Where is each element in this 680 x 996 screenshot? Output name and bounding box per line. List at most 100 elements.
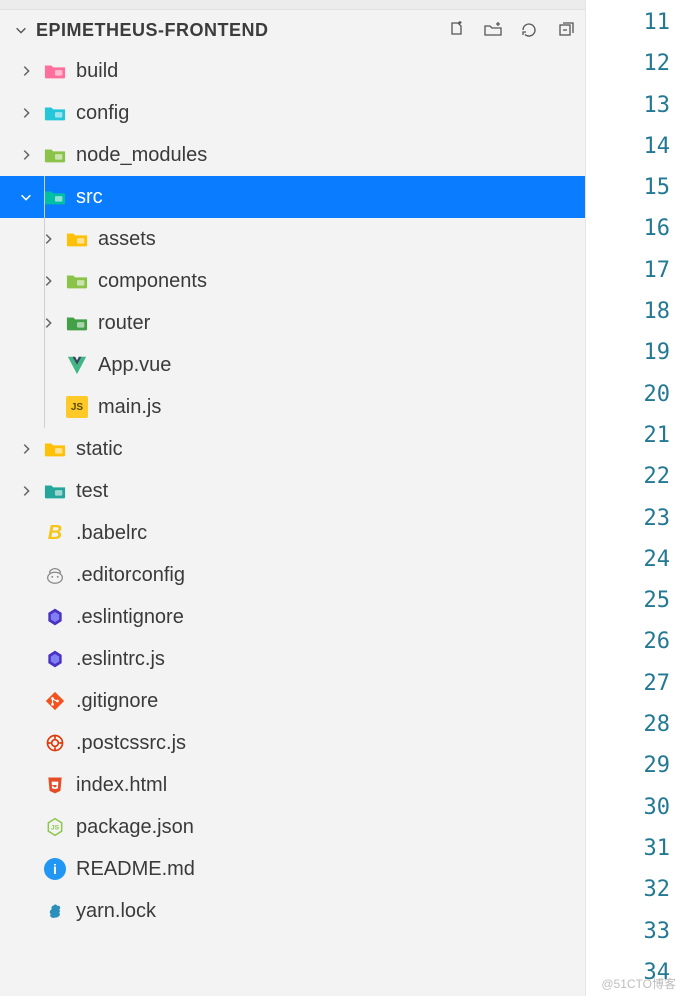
file-explorer: EPIMETHEUS-FRONTEND build config node_modu… (0, 0, 586, 996)
tree-item-label: App.vue (98, 354, 171, 377)
line-number: 24 (586, 539, 670, 580)
tree-item-config[interactable]: config (0, 92, 585, 134)
tree-item-label: src (76, 186, 103, 209)
tree-item-label: node_modules (76, 144, 207, 167)
tree-item-yarn-lock[interactable]: yarn.lock (0, 890, 585, 932)
line-number: 27 (586, 663, 670, 704)
html-icon (44, 774, 66, 796)
tree-item--editorconfig[interactable]: .editorconfig (0, 554, 585, 596)
chevron-right-icon (18, 147, 34, 163)
folder-comp (66, 270, 88, 292)
chevron-right-icon (18, 441, 34, 457)
line-number: 11 (586, 2, 670, 43)
chevron-right-icon (40, 315, 56, 331)
collapse-all-button[interactable] (555, 20, 575, 40)
tree-item-readme-md[interactable]: iREADME.md (0, 848, 585, 890)
tree-item-label: .babelrc (76, 522, 147, 545)
postcss-icon (44, 732, 66, 754)
chevron-right-icon (18, 105, 34, 121)
line-number: 18 (586, 291, 670, 332)
line-number: 28 (586, 704, 670, 745)
tree-item-label: .eslintrc.js (76, 648, 165, 671)
explorer-actions (447, 20, 575, 40)
eslint-icon (44, 648, 66, 670)
tree-item-app-vue[interactable]: App.vue (0, 344, 585, 386)
watermark: @51CTO博客 (601, 975, 676, 992)
svg-text:JS: JS (51, 825, 60, 832)
new-folder-button[interactable] (483, 20, 503, 40)
tree-item-label: index.html (76, 774, 167, 797)
line-number: 26 (586, 621, 670, 662)
line-number: 31 (586, 828, 670, 869)
yarn-icon (44, 900, 66, 922)
editor-line-gutter: 1112131415161718192021222324252627282930… (586, 0, 680, 996)
tree-item-package-json[interactable]: JS package.json (0, 806, 585, 848)
folder-static (44, 438, 66, 460)
line-number: 29 (586, 745, 670, 786)
refresh-button[interactable] (519, 20, 539, 40)
tree-item-main-js[interactable]: JSmain.js (0, 386, 585, 428)
explorer-header[interactable]: EPIMETHEUS-FRONTEND (0, 10, 585, 50)
tree-item-src[interactable]: src (0, 176, 585, 218)
tree-item--postcssrc-js[interactable]: .postcssrc.js (0, 722, 585, 764)
line-number: 15 (586, 167, 670, 208)
line-number: 33 (586, 911, 670, 952)
vue-icon (66, 354, 88, 376)
tab-strip (0, 0, 585, 10)
eslint-icon (44, 606, 66, 628)
line-number: 19 (586, 332, 670, 373)
tree-item-label: package.json (76, 816, 194, 839)
tree-item--babelrc[interactable]: B .babelrc (0, 512, 585, 554)
tree-item-label: README.md (76, 858, 195, 881)
tree-item-label: test (76, 480, 108, 503)
tree-item-label: assets (98, 228, 156, 251)
tree-item-node-modules[interactable]: node_modules (0, 134, 585, 176)
tree-item--eslintignore[interactable]: .eslintignore (0, 596, 585, 638)
folder-src (44, 186, 66, 208)
editorcfg-icon (44, 564, 66, 586)
tree-item-build[interactable]: build (0, 50, 585, 92)
line-number: 20 (586, 374, 670, 415)
tree-item-test[interactable]: test (0, 470, 585, 512)
tree-item-label: config (76, 102, 129, 125)
line-number: 23 (586, 498, 670, 539)
babel-icon: B (44, 522, 66, 544)
line-number: 13 (586, 85, 670, 126)
tree-item--gitignore[interactable]: .gitignore (0, 680, 585, 722)
folder-test (44, 480, 66, 502)
chevron-right-icon (18, 63, 34, 79)
tree-item-label: components (98, 270, 207, 293)
line-number: 16 (586, 208, 670, 249)
folder-node (44, 144, 66, 166)
folder-config (44, 102, 66, 124)
git-icon (44, 690, 66, 712)
line-number: 25 (586, 580, 670, 621)
chevron-right-icon (40, 273, 56, 289)
line-number: 14 (586, 126, 670, 167)
tree-item-router[interactable]: router (0, 302, 585, 344)
tree-item-label: .editorconfig (76, 564, 185, 587)
js-icon: JS (66, 396, 88, 418)
tree-item-label: yarn.lock (76, 900, 156, 923)
tree-item-label: .postcssrc.js (76, 732, 186, 755)
node-icon: JS (44, 816, 66, 838)
line-number: 17 (586, 250, 670, 291)
tree-item-label: .eslintignore (76, 606, 184, 629)
chevron-down-icon (18, 189, 34, 205)
tree-item-label: router (98, 312, 150, 335)
tree-item--eslintrc-js[interactable]: .eslintrc.js (0, 638, 585, 680)
line-number: 22 (586, 456, 670, 497)
chevron-down-icon (12, 22, 30, 38)
tree-item-components[interactable]: components (0, 260, 585, 302)
new-file-button[interactable] (447, 20, 467, 40)
project-title: EPIMETHEUS-FRONTEND (36, 20, 441, 41)
tree-item-static[interactable]: static (0, 428, 585, 470)
line-number: 30 (586, 787, 670, 828)
tree-item-index-html[interactable]: index.html (0, 764, 585, 806)
line-number: 21 (586, 415, 670, 456)
chevron-right-icon (40, 231, 56, 247)
tree-item-label: .gitignore (76, 690, 158, 713)
folder-assets (66, 228, 88, 250)
line-number: 12 (586, 43, 670, 84)
tree-item-assets[interactable]: assets (0, 218, 585, 260)
